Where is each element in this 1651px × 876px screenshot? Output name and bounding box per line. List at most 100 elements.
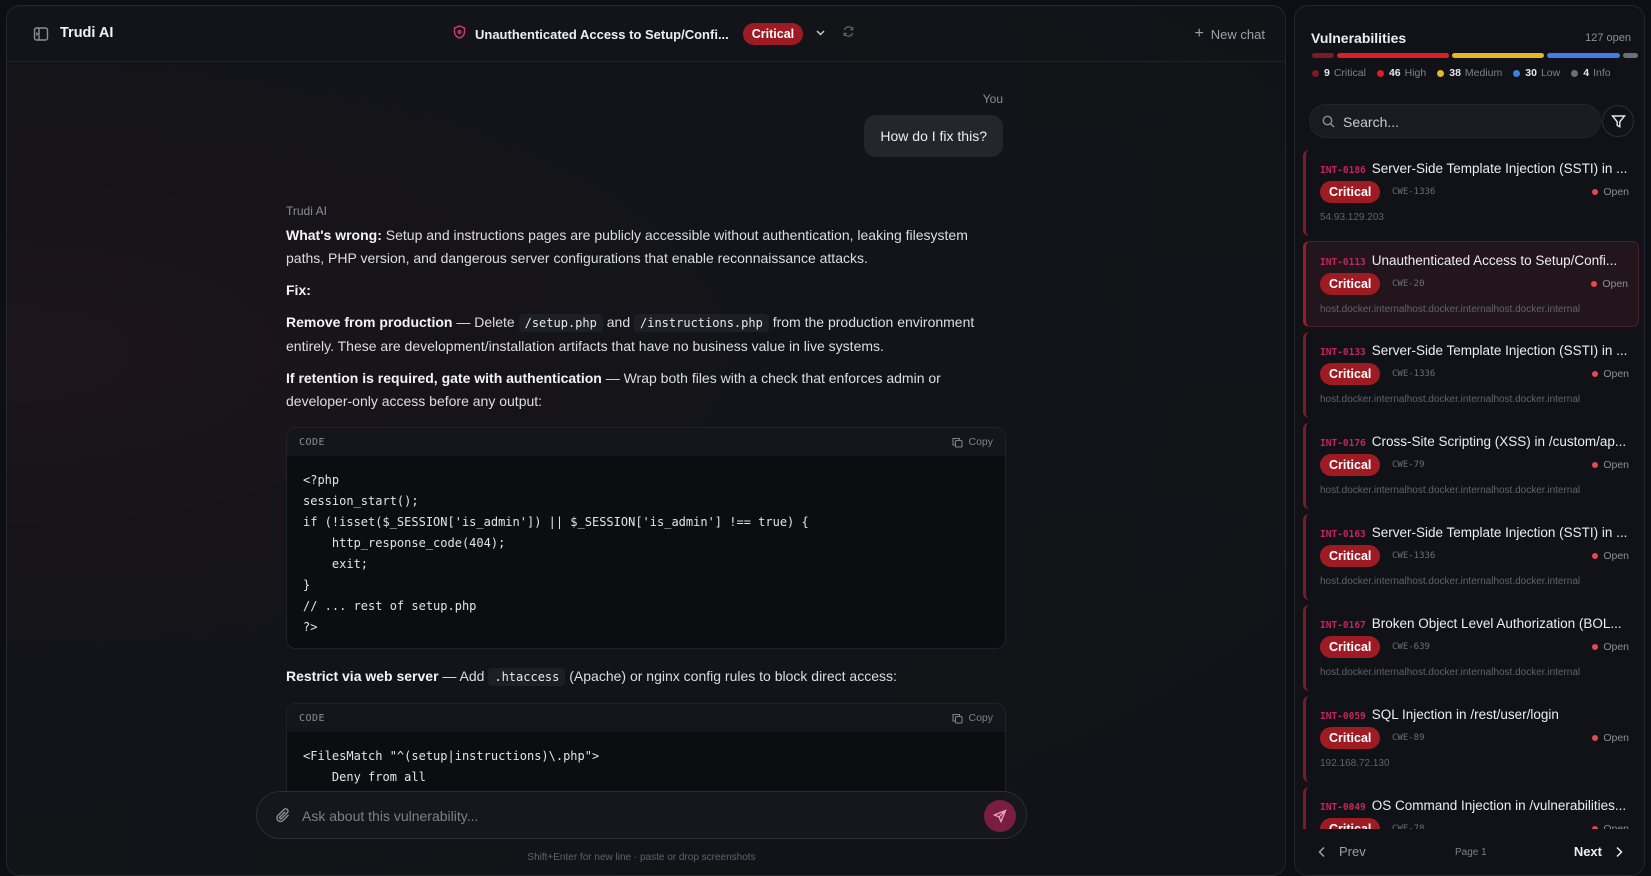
ai-bold-text: What's wrong:	[286, 227, 382, 243]
user-label: You	[982, 92, 1003, 106]
app-name: Trudi AI	[60, 25, 114, 41]
vuln-card-header: INT-0186 Server-Side Template Injection (…	[1320, 161, 1631, 176]
severity-badge: Critical	[1320, 545, 1381, 567]
status-badge: Open	[1592, 550, 1629, 562]
vuln-id: INT-0133	[1320, 347, 1366, 358]
send-icon	[993, 809, 1007, 823]
severity-bar-segment	[1312, 53, 1334, 58]
vulnerability-card[interactable]: INT-0113 Unauthenticated Access to Setup/…	[1303, 241, 1639, 327]
status-label: Open	[1603, 368, 1629, 380]
ai-bold-text: If retention is required, gate with auth…	[286, 370, 602, 386]
status-badge: Open	[1592, 186, 1629, 198]
prev-button[interactable]: Prev	[1317, 844, 1366, 859]
refresh-icon[interactable]	[842, 25, 855, 43]
severity-dot	[1571, 69, 1579, 77]
vulnerability-card[interactable]: INT-0186 Server-Side Template Injection (…	[1303, 150, 1639, 236]
search-input[interactable]	[1343, 111, 1588, 133]
cwe-label: CWE-1336	[1392, 187, 1436, 197]
vuln-name: Server-Side Template Injection (SSTI) in…	[1371, 343, 1628, 358]
vulnerability-card[interactable]: INT-0176 Cross-Site Scripting (XSS) in /c…	[1303, 423, 1639, 509]
severity-dot	[1312, 69, 1319, 77]
pagination: Prev Page 1 Next	[1295, 829, 1644, 875]
vuln-host: 54.93.129.203	[1320, 212, 1384, 223]
severity-label: Critical	[1333, 67, 1366, 79]
code-line: if (!isset($_SESSION['is_admin']) || $_S…	[303, 515, 809, 529]
ai-message: Trudi AI What's wrong: Setup and instruc…	[286, 204, 1006, 815]
vulnerability-card[interactable]: INT-0163 Server-Side Template Injection (…	[1303, 514, 1639, 600]
code-language: CODE	[299, 436, 326, 448]
new-chat-button[interactable]: + New chat	[1194, 25, 1265, 43]
status-badge: Open	[1592, 732, 1629, 744]
vuln-card-header: INT-0163 Server-Side Template Injection (…	[1320, 525, 1631, 540]
plus-icon: +	[1194, 25, 1204, 42]
severity-label: High	[1404, 67, 1427, 79]
inline-code: /instructions.php	[634, 314, 769, 332]
status-badge: Open	[1592, 368, 1629, 380]
copy-button[interactable]: Copy	[952, 712, 993, 724]
vuln-name: Broken Object Level Authorization (BOL..…	[1371, 616, 1622, 631]
vuln-card-header: INT-0049 OS Command Injection in /vulnera…	[1320, 798, 1631, 813]
send-button[interactable]	[984, 800, 1016, 832]
code-header: CODE Copy	[287, 704, 1005, 732]
vuln-host: host.docker.internalhost.docker.internal…	[1320, 394, 1581, 405]
vuln-id: INT-0176	[1320, 438, 1366, 449]
code-line: ?>	[303, 620, 318, 634]
chat-input[interactable]	[302, 804, 942, 828]
ai-text: Setup and instructions pages are publicl…	[286, 227, 968, 266]
input-hint: Shift+Enter for new line · paste or drop…	[527, 852, 756, 863]
ai-paragraph: What's wrong: Setup and instructions pag…	[286, 224, 1006, 270]
ai-text: — Add	[438, 668, 489, 684]
code-line: session_start();	[303, 494, 419, 508]
severity-bar	[1312, 53, 1638, 58]
ai-bold-text: Remove from production	[286, 314, 453, 330]
next-button[interactable]: Next	[1574, 844, 1624, 859]
sidebar-toggle-icon[interactable]	[33, 26, 49, 42]
copy-label: Copy	[968, 436, 993, 448]
cwe-label: CWE-20	[1392, 279, 1425, 289]
vuln-name: OS Command Injection in /vulnerabilities…	[1371, 798, 1627, 813]
vulnerability-card[interactable]: INT-0059 SQL Injection in /rest/user/logi…	[1303, 696, 1639, 782]
severity-badge: Critical	[1320, 181, 1381, 203]
chevron-left-icon	[1318, 846, 1325, 857]
status-label: Open	[1602, 278, 1628, 290]
chat-panel: Trudi AI Unauthenticated Access to Setup…	[6, 5, 1286, 876]
status-dot	[1592, 553, 1599, 559]
vulnerability-list: INT-0186 Server-Side Template Injection (…	[1303, 150, 1639, 875]
code-line: Deny from all	[303, 770, 426, 784]
status-badge: Open	[1591, 278, 1628, 290]
vuln-host: host.docker.internalhost.docker.internal…	[1320, 304, 1581, 315]
code-header: CODE Copy	[287, 428, 1005, 456]
vuln-name: Unauthenticated Access to Setup/Confi...	[1371, 253, 1618, 268]
severity-label: Medium	[1464, 67, 1503, 79]
code-line: http_response_code(404);	[303, 536, 506, 550]
paperclip-icon[interactable]	[275, 807, 291, 829]
copy-button[interactable]: Copy	[952, 436, 993, 448]
severity-count: 4	[1583, 67, 1590, 79]
severity-badge: Critical	[1320, 454, 1381, 476]
ai-paragraph: Restrict via web server — Add .htaccess …	[286, 665, 1006, 689]
vulnerability-card[interactable]: INT-0167 Broken Object Level Authorizatio…	[1303, 605, 1639, 691]
chevron-down-icon[interactable]	[815, 25, 826, 43]
filter-button[interactable]	[1602, 105, 1634, 137]
copy-label: Copy	[968, 712, 993, 724]
severity-badge: Critical	[1320, 273, 1381, 295]
copy-icon	[952, 713, 964, 724]
current-vuln[interactable]: Unauthenticated Access to Setup/Confi...…	[453, 22, 855, 46]
vulnerability-card[interactable]: INT-0133 Server-Side Template Injection (…	[1303, 332, 1639, 418]
shield-icon	[453, 24, 466, 44]
severity-dot	[1376, 69, 1384, 77]
current-vuln-title: Unauthenticated Access to Setup/Confi...	[475, 26, 729, 42]
filter-icon	[1610, 114, 1626, 128]
severity-legend: 9 Critical 46 High 38 Medium 30 Low 4 Info	[1312, 67, 1622, 79]
cwe-label: CWE-639	[1392, 642, 1430, 652]
vuln-name: Cross-Site Scripting (XSS) in /custom/ap…	[1371, 434, 1627, 449]
ai-paragraph: Remove from production — Delete /setup.p…	[286, 311, 1006, 358]
severity-legend-item: 46 High	[1376, 67, 1427, 79]
status-label: Open	[1603, 459, 1629, 471]
vuln-id: INT-0167	[1320, 620, 1366, 631]
search-icon	[1322, 115, 1335, 128]
status-badge: Open	[1592, 459, 1629, 471]
vuln-name: Server-Side Template Injection (SSTI) in…	[1371, 525, 1628, 540]
severity-legend-item: 38 Medium	[1437, 67, 1502, 79]
ai-bold-text: Restrict via web server	[286, 668, 439, 684]
